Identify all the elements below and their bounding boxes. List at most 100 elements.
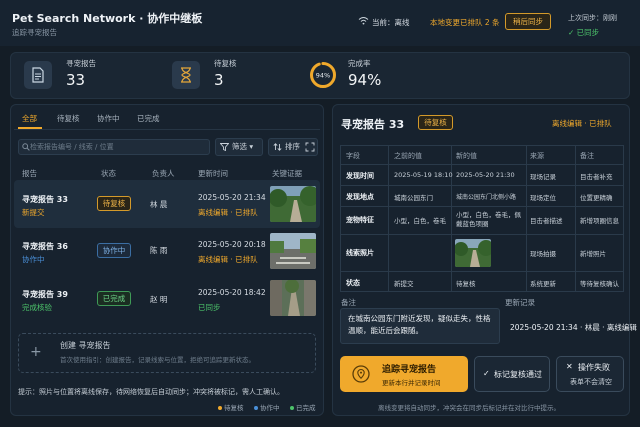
row-time: 2025-05-20 20:18 xyxy=(198,240,266,249)
cell-after: 2025-05-20 21:30 xyxy=(456,171,515,179)
hourglass-icon xyxy=(172,61,200,89)
stat-value-reports: 33 xyxy=(66,71,86,89)
row-time: 2025-05-20 18:42 xyxy=(198,288,266,297)
cell-after: 城南公园东门北侧小路 xyxy=(456,194,517,201)
legend-label: 待复核 xyxy=(224,404,244,412)
operation-failed-title: 操作失败 xyxy=(578,363,610,372)
th-field: 字段 xyxy=(346,152,360,160)
row-owner: 陈 雨 xyxy=(150,246,168,255)
tab-completed[interactable]: 已完成 xyxy=(137,113,160,124)
cell-field: 发现时间 xyxy=(346,172,374,180)
col-owner: 负责人 xyxy=(152,169,175,178)
detail-status-badge: 待复核 xyxy=(418,115,453,130)
sort-icon xyxy=(273,143,282,151)
sync-later-button[interactable]: 稍后同步 xyxy=(505,13,551,30)
track-report-sub: 更新本行并记录时间 xyxy=(382,379,441,387)
cell-remark: 等待复核确认 xyxy=(580,280,619,288)
row-state: 协作中 xyxy=(22,255,45,264)
stat-value-rate: 94% xyxy=(348,71,382,89)
wifi-icon xyxy=(358,17,369,25)
tab-pending-review[interactable]: 待复核 xyxy=(57,113,80,124)
cell-remark: 目击者补充 xyxy=(580,173,613,181)
search-icon xyxy=(22,143,30,151)
cell-source: 现场记录 xyxy=(530,173,556,181)
track-report-title: 追踪寻宠报告 xyxy=(382,365,437,375)
cell-source: 目击者描述 xyxy=(530,217,563,225)
operation-failed-sub: 表单不会清空 xyxy=(570,378,612,386)
table-divider xyxy=(526,145,527,292)
cell-remark: 位置更精确 xyxy=(580,194,613,202)
document-icon xyxy=(24,61,52,89)
ring-label: 94% xyxy=(316,72,330,80)
cell-after: 待复核 xyxy=(456,280,476,288)
create-report-button[interactable] xyxy=(18,333,316,373)
table-divider xyxy=(340,164,624,165)
row-report-name: 寻宠报告 39 xyxy=(22,290,68,299)
stat-label-review: 待复核 xyxy=(214,59,237,68)
row-owner: 赵 明 xyxy=(150,295,168,304)
active-tab-indicator xyxy=(18,127,42,129)
update-log-entry: 2025-05-20 21:34 · 林晨 · 离线编辑 xyxy=(510,323,637,332)
tab-all[interactable]: 全部 xyxy=(22,113,37,124)
detail-title: 寻宠报告 33 xyxy=(341,118,405,131)
plus-icon: + xyxy=(30,344,42,360)
cell-field: 状态 xyxy=(346,279,360,287)
legend-done: 已完成 xyxy=(290,402,316,412)
col-evidence: 关键证据 xyxy=(272,169,302,178)
stat-label-reports: 寻宠报告 xyxy=(66,59,96,68)
row-sync-state: 离线编辑 · 已排队 xyxy=(198,208,258,217)
cell-source: 现场拍摄 xyxy=(530,250,556,258)
close-icon: ✕ xyxy=(566,362,573,371)
cell-before: 2025-05-19 18:10 xyxy=(394,171,453,179)
create-report-desc: 首次使用指引：创建报告，记录线索与位置，拒绝可追踪更新状态。 xyxy=(60,356,255,364)
tab-divider xyxy=(14,129,320,130)
create-report-title: 创建 寻宠报告 xyxy=(60,341,111,350)
evidence-photo[interactable] xyxy=(270,186,316,222)
app-title: Pet Search Network · 协作中继板 xyxy=(12,12,203,25)
table-divider xyxy=(340,271,624,272)
synced-status: ✓ 已同步 xyxy=(568,28,600,37)
cell-field: 发现地点 xyxy=(346,193,374,201)
clue-photo[interactable] xyxy=(455,239,491,267)
legend-dot xyxy=(290,406,294,410)
row-sync-state: 已同步 xyxy=(198,303,221,312)
table-divider xyxy=(340,206,624,207)
status-badge: 协作中 xyxy=(97,243,131,258)
connection-status: 当前：离线 xyxy=(372,18,410,27)
stat-label-rate: 完成率 xyxy=(348,59,371,68)
cell-source: 系统更新 xyxy=(530,280,556,288)
app-subtitle: 追踪寻宠报告 xyxy=(12,28,57,37)
cell-before: 小型，白色，卷毛 xyxy=(394,217,446,225)
tab-collaborating[interactable]: 协作中 xyxy=(97,113,120,124)
row-sync-state: 离线编辑 · 已排队 xyxy=(198,255,258,264)
row-report-name: 寻宠报告 36 xyxy=(22,242,68,251)
mark-reviewed-label: 标记复核通过 xyxy=(494,370,542,379)
expand-icon[interactable] xyxy=(305,142,315,152)
cell-before: 城南公园东门 xyxy=(394,194,433,202)
pending-changes: 本地变更已排队 2 条 xyxy=(430,18,500,27)
row-state: 完成核验 xyxy=(22,303,52,312)
th-source: 来源 xyxy=(530,152,544,160)
legend-label: 协作中 xyxy=(260,404,280,412)
evidence-photo[interactable] xyxy=(270,280,316,316)
col-updated: 更新时间 xyxy=(198,169,228,178)
table-divider xyxy=(451,145,452,292)
th-after: 新的值 xyxy=(456,152,477,160)
legend-label: 已完成 xyxy=(296,404,316,412)
table-divider xyxy=(340,185,624,186)
row-report-name: 寻宠报告 33 xyxy=(22,195,68,204)
synced-text: 已同步 xyxy=(576,28,600,37)
th-remark: 备注 xyxy=(580,152,594,160)
location-icon xyxy=(352,365,370,383)
status-badge: 已完成 xyxy=(97,291,131,306)
note-text: 在城南公园东门附近发现，疑似走失，性格温顺，能近后会跟随。 xyxy=(348,314,491,335)
cell-after: 小型，白色，卷毛，佩戴蓝色项圈 xyxy=(456,211,521,228)
last-sync-label: 上次同步：刚刚 xyxy=(568,14,617,22)
search-placeholder: 检索报告编号 / 线索 / 位置 xyxy=(30,143,114,151)
completion-ring: 94% xyxy=(310,62,336,88)
evidence-photo[interactable] xyxy=(270,233,316,269)
stat-value-review: 3 xyxy=(214,71,224,89)
detail-footer-note: 离线变更将自动同步，冲突会在同步后标记并在对比行中提示。 xyxy=(378,404,560,412)
row-state: 新提交 xyxy=(22,208,45,217)
cell-field: 线索照片 xyxy=(346,249,374,257)
